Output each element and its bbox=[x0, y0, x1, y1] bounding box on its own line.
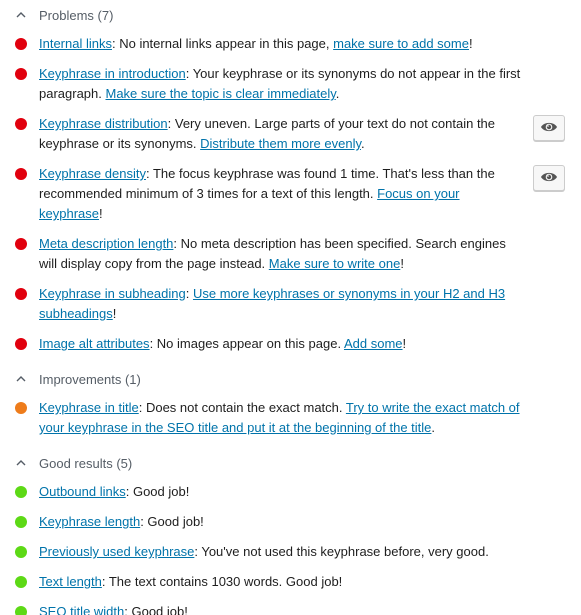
result-text: Internal links: No internal links appear… bbox=[39, 34, 473, 54]
call-to-action-link[interactable]: Make sure to write one bbox=[269, 256, 401, 271]
result-item: Previously used keyphrase: You've not us… bbox=[0, 542, 581, 562]
assessment-link[interactable]: Keyphrase in title bbox=[39, 400, 139, 415]
assessment-message: : Does not contain the exact match. bbox=[138, 400, 346, 415]
status-bullet-bad bbox=[15, 118, 27, 130]
assessment-message: : No internal links appear in this page, bbox=[111, 36, 334, 51]
section-title: Good results (5) bbox=[39, 455, 133, 471]
section-title: Problems (7) bbox=[39, 7, 114, 23]
result-text: Keyphrase in title: Does not contain the… bbox=[39, 398, 521, 438]
results-list: Outbound links: Good job! Keyphrase lengt… bbox=[0, 482, 581, 615]
result-text: SEO title width: Good job! bbox=[39, 602, 188, 615]
chevron-up-icon bbox=[15, 9, 27, 21]
assessment-message: : Good job! bbox=[124, 604, 188, 615]
assessment-message: : bbox=[185, 286, 193, 301]
status-bullet-bad bbox=[15, 168, 27, 180]
result-text: Outbound links: Good job! bbox=[39, 482, 189, 502]
section-title: Improvements (1) bbox=[39, 371, 141, 387]
status-bullet-good bbox=[15, 546, 27, 558]
status-bullet-good bbox=[15, 516, 27, 528]
call-to-action-link[interactable]: Add some bbox=[344, 336, 403, 351]
result-item: Keyphrase density: The focus keyphrase w… bbox=[0, 164, 581, 224]
assessment-link[interactable]: Internal links bbox=[39, 36, 112, 51]
assessment-message: : The text contains 1030 words. Good job… bbox=[101, 574, 343, 589]
status-bullet-good bbox=[15, 486, 27, 498]
status-bullet-ok bbox=[15, 402, 27, 414]
assessment-link[interactable]: SEO title width bbox=[39, 604, 124, 615]
assessment-link[interactable]: Keyphrase in subheading bbox=[39, 286, 186, 301]
result-item: Keyphrase distribution: Very uneven. Lar… bbox=[0, 114, 581, 154]
status-bullet-bad bbox=[15, 338, 27, 350]
assessment-message: : No images appear on this page. bbox=[149, 336, 344, 351]
result-text: Keyphrase distribution: Very uneven. Lar… bbox=[39, 114, 521, 154]
assessment-link[interactable]: Keyphrase distribution bbox=[39, 116, 168, 131]
results-list: Keyphrase in title: Does not contain the… bbox=[0, 398, 581, 438]
punctuation: ! bbox=[400, 256, 404, 271]
result-text: Keyphrase density: The focus keyphrase w… bbox=[39, 164, 521, 224]
seo-analysis-results: Problems (7) Internal links: No internal … bbox=[0, 0, 581, 615]
result-item: Keyphrase in subheading: Use more keyphr… bbox=[0, 284, 581, 324]
assessment-link[interactable]: Previously used keyphrase bbox=[39, 544, 194, 559]
assessment-link[interactable]: Image alt attributes bbox=[39, 336, 150, 351]
result-item: Outbound links: Good job! bbox=[0, 482, 581, 502]
results-section: Improvements (1) Keyphrase in title: Does… bbox=[0, 364, 581, 438]
eye-icon bbox=[540, 171, 558, 186]
punctuation: . bbox=[431, 420, 436, 435]
result-text: Image alt attributes: No images appear o… bbox=[39, 334, 406, 354]
assessment-message: : You've not used this keyphrase before,… bbox=[194, 544, 489, 559]
result-text: Meta description length: No meta descrip… bbox=[39, 234, 521, 274]
status-bullet-good bbox=[15, 576, 27, 588]
chevron-up-icon bbox=[15, 373, 27, 385]
assessment-link[interactable]: Text length bbox=[39, 574, 102, 589]
result-text: Previously used keyphrase: You've not us… bbox=[39, 542, 489, 562]
call-to-action-link[interactable]: make sure to add some bbox=[333, 36, 469, 51]
punctuation: ! bbox=[468, 36, 473, 51]
assessment-link[interactable]: Outbound links bbox=[39, 484, 126, 499]
assessment-message: : Good job! bbox=[125, 484, 190, 499]
results-list: Internal links: No internal links appear… bbox=[0, 34, 581, 354]
assessment-link[interactable]: Keyphrase density bbox=[39, 166, 146, 181]
assessment-link[interactable]: Keyphrase in introduction bbox=[39, 66, 186, 81]
result-item: Image alt attributes: No images appear o… bbox=[0, 334, 581, 354]
section-toggle[interactable]: Improvements (1) bbox=[0, 364, 581, 394]
result-text: Keyphrase in subheading: Use more keyphr… bbox=[39, 284, 521, 324]
punctuation: . bbox=[335, 86, 340, 101]
punctuation: . bbox=[361, 136, 365, 151]
chevron-up-icon bbox=[15, 457, 27, 469]
status-bullet-good bbox=[15, 606, 27, 615]
call-to-action-link[interactable]: Distribute them more evenly bbox=[200, 136, 361, 151]
assessment-link[interactable]: Meta description length bbox=[39, 236, 173, 251]
status-bullet-bad bbox=[15, 288, 27, 300]
status-bullet-bad bbox=[15, 68, 27, 80]
result-item: Internal links: No internal links appear… bbox=[0, 34, 581, 54]
result-item: Keyphrase length: Good job! bbox=[0, 512, 581, 532]
section-toggle[interactable]: Good results (5) bbox=[0, 448, 581, 478]
result-text: Keyphrase length: Good job! bbox=[39, 512, 204, 532]
result-item: SEO title width: Good job! bbox=[0, 602, 581, 615]
result-item: Keyphrase in title: Does not contain the… bbox=[0, 398, 581, 438]
highlight-button[interactable] bbox=[533, 165, 565, 191]
punctuation: ! bbox=[98, 206, 103, 221]
results-section: Good results (5) Outbound links: Good job… bbox=[0, 448, 581, 615]
result-item: Keyphrase in introduction: Your keyphras… bbox=[0, 64, 581, 104]
assessment-message: : Good job! bbox=[140, 514, 204, 529]
result-text: Keyphrase in introduction: Your keyphras… bbox=[39, 64, 521, 104]
status-bullet-bad bbox=[15, 238, 27, 250]
call-to-action-link[interactable]: Make sure the topic is clear immediately bbox=[106, 86, 336, 101]
assessment-link[interactable]: Keyphrase length bbox=[39, 514, 140, 529]
result-item: Text length: The text contains 1030 word… bbox=[0, 572, 581, 592]
highlight-button[interactable] bbox=[533, 115, 565, 141]
punctuation: ! bbox=[112, 306, 117, 321]
punctuation: ! bbox=[402, 336, 407, 351]
eye-icon bbox=[540, 121, 558, 136]
result-text: Text length: The text contains 1030 word… bbox=[39, 572, 342, 592]
result-item: Meta description length: No meta descrip… bbox=[0, 234, 581, 274]
status-bullet-bad bbox=[15, 38, 27, 50]
results-section: Problems (7) Internal links: No internal … bbox=[0, 0, 581, 354]
section-toggle[interactable]: Problems (7) bbox=[0, 0, 581, 30]
